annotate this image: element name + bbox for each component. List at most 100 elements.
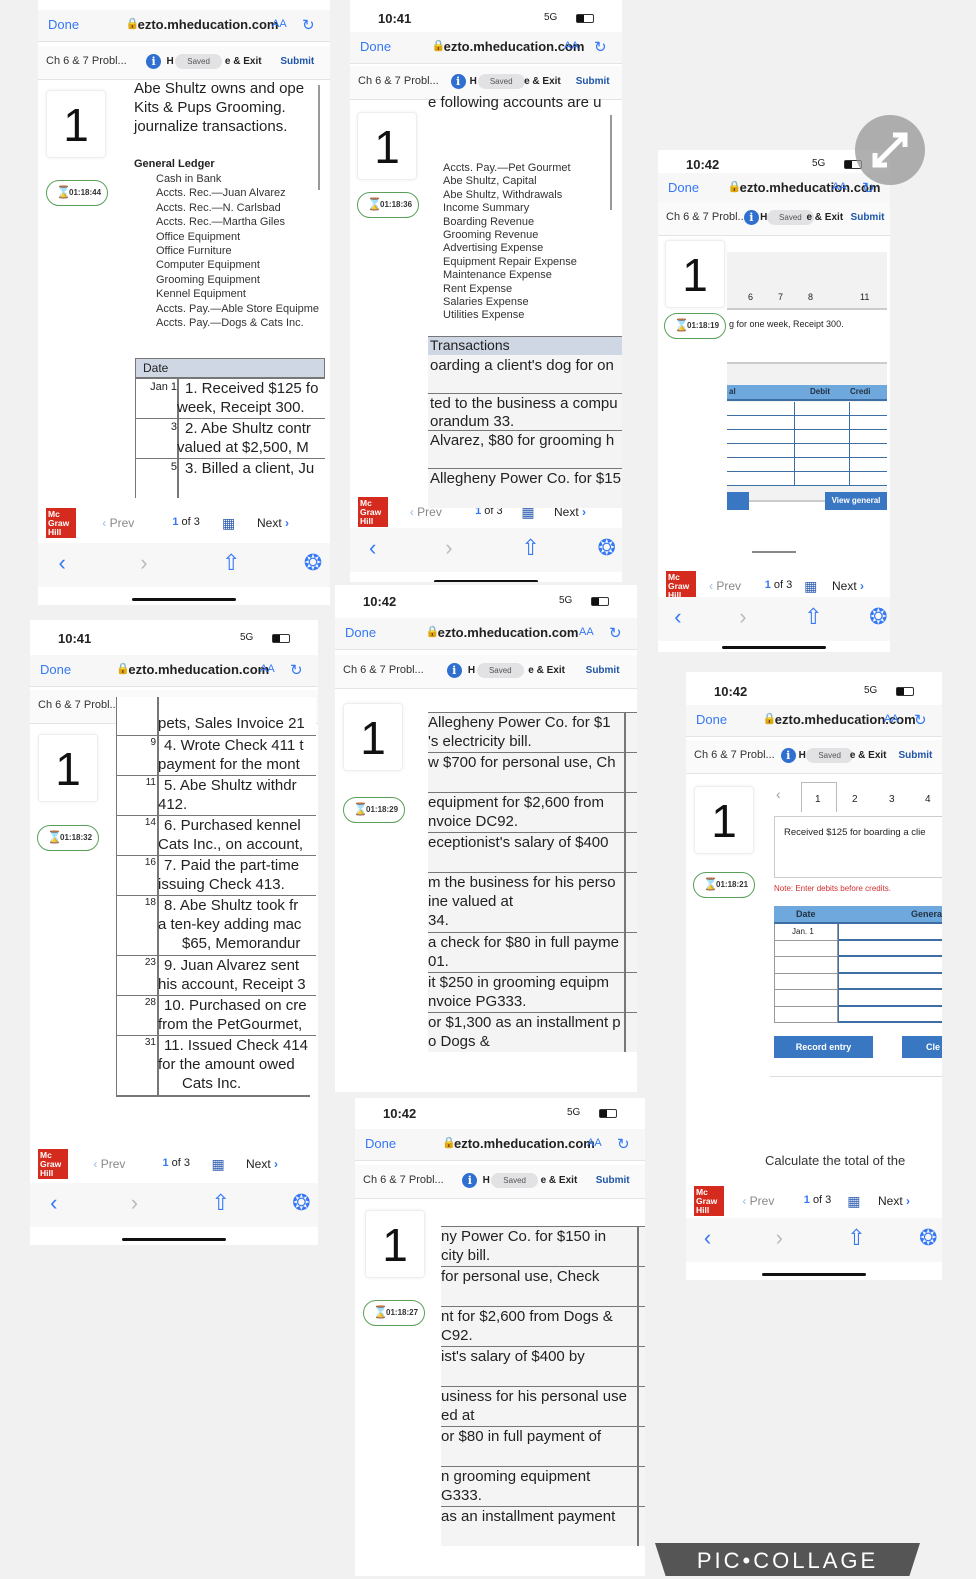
url-field[interactable]: ezto.mheducation.com — [128, 662, 269, 677]
save-exit-button[interactable]: e & Exit — [528, 665, 565, 676]
compass-icon[interactable]: ❂ — [919, 1227, 937, 1249]
credit-input[interactable] — [849, 458, 889, 472]
journal-row[interactable] — [774, 1006, 838, 1023]
submit-button[interactable]: Submit — [576, 76, 610, 87]
transaction-tab[interactable]: 2 — [852, 794, 858, 805]
tabs-prev-arrow[interactable]: ‹ — [776, 786, 781, 802]
text-size-button[interactable]: AA — [272, 18, 287, 30]
done-button[interactable]: Done — [345, 625, 376, 640]
help-button-partial[interactable]: H — [166, 56, 173, 67]
credit-input[interactable] — [849, 402, 889, 416]
forward-icon[interactable]: › — [445, 537, 452, 559]
submit-button[interactable]: Submit — [851, 212, 885, 223]
done-button[interactable]: Done — [696, 712, 727, 727]
share-icon[interactable]: ⇧ — [521, 537, 539, 559]
account-input[interactable] — [838, 1006, 942, 1023]
text-size-button[interactable]: AA — [832, 181, 847, 193]
prev-button[interactable]: ‹ Prev — [93, 1157, 125, 1171]
debit-input[interactable] — [794, 472, 849, 486]
grid-icon[interactable]: ▦ — [847, 1193, 860, 1210]
journal-row[interactable] — [774, 990, 838, 1007]
account-input[interactable] — [838, 957, 942, 974]
journal-row[interactable] — [774, 973, 838, 990]
submit-button[interactable]: Submit — [898, 750, 932, 761]
compass-icon[interactable]: ❂ — [598, 537, 616, 559]
clear-entry-button[interactable]: Cle — [902, 1036, 942, 1058]
back-icon[interactable]: ‹ — [674, 606, 681, 628]
reload-icon[interactable]: ↻ — [914, 711, 927, 729]
scrollbar[interactable] — [318, 85, 320, 190]
save-exit-button[interactable]: e & Exit — [806, 212, 843, 223]
transaction-tab[interactable]: 11 — [860, 292, 869, 302]
url-field[interactable]: ezto.mheducation.com — [438, 625, 579, 640]
info-icon[interactable]: i — [450, 74, 466, 89]
debit-input[interactable] — [794, 402, 849, 416]
forward-icon[interactable]: › — [739, 606, 746, 628]
compass-icon[interactable]: ❂ — [869, 606, 887, 628]
share-icon[interactable]: ⇧ — [847, 1227, 865, 1249]
debit-input[interactable] — [794, 430, 849, 444]
reload-icon[interactable]: ↻ — [594, 38, 607, 56]
save-exit-button[interactable]: e & Exit — [541, 1175, 578, 1186]
back-icon[interactable]: ‹ — [50, 1192, 57, 1214]
info-icon[interactable]: i — [146, 54, 162, 69]
transaction-tab[interactable]: 1 — [815, 794, 821, 805]
prev-button[interactable]: ‹ Prev — [709, 579, 741, 593]
text-size-button[interactable]: AA — [884, 713, 899, 725]
transaction-tab[interactable]: 6 — [748, 292, 753, 302]
save-exit-button[interactable]: e & Exit — [524, 76, 561, 87]
account-input[interactable] — [838, 990, 942, 1007]
done-button[interactable]: Done — [365, 1136, 396, 1151]
info-icon[interactable]: i — [446, 663, 462, 678]
back-icon[interactable]: ‹ — [58, 552, 65, 574]
back-icon[interactable]: ‹ — [369, 537, 376, 559]
text-size-button[interactable]: AA — [587, 1137, 602, 1149]
url-field[interactable]: ezto.mheducation.com — [138, 17, 279, 32]
text-size-button[interactable]: AA — [564, 40, 579, 52]
account-input[interactable] — [838, 973, 942, 990]
transaction-tab[interactable]: 3 — [889, 794, 895, 805]
next-button[interactable]: Next › — [257, 516, 289, 530]
back-icon[interactable]: ‹ — [704, 1227, 711, 1249]
journal-row[interactable] — [774, 957, 838, 974]
grid-icon[interactable]: ▦ — [211, 1156, 224, 1173]
account-input[interactable] — [838, 924, 942, 941]
text-size-button[interactable]: AA — [579, 626, 594, 638]
share-icon[interactable]: ⇧ — [211, 1192, 229, 1214]
done-button[interactable]: Done — [40, 662, 71, 677]
info-icon[interactable]: i — [743, 210, 759, 225]
submit-button[interactable]: Submit — [596, 1175, 630, 1186]
transaction-tab[interactable]: 7 — [778, 292, 783, 302]
view-general-journal-button[interactable]: View general — [825, 492, 887, 510]
grid-icon[interactable]: ▦ — [804, 578, 817, 595]
credit-input[interactable] — [849, 430, 889, 444]
share-icon[interactable]: ⇧ — [804, 606, 822, 628]
compass-icon[interactable]: ❂ — [292, 1192, 310, 1214]
help-button-partial[interactable]: H — [799, 750, 806, 761]
question-number[interactable]: 1 — [665, 240, 725, 308]
debit-input[interactable] — [794, 416, 849, 430]
grid-icon[interactable]: ▦ — [222, 515, 235, 532]
prev-button[interactable]: ‹ Prev — [102, 516, 134, 530]
done-button[interactable]: Done — [48, 17, 79, 32]
compass-icon[interactable]: ❂ — [304, 552, 322, 574]
done-button[interactable]: Done — [360, 39, 391, 54]
question-number[interactable]: 1 — [694, 786, 754, 854]
help-button-partial[interactable]: H — [470, 76, 477, 87]
question-number[interactable]: 1 — [357, 112, 417, 180]
reload-icon[interactable]: ↻ — [290, 661, 303, 679]
next-button[interactable]: Next › — [832, 579, 864, 593]
text-size-button[interactable]: AA — [260, 663, 275, 675]
record-entry-button-partial[interactable] — [727, 492, 749, 510]
reload-icon[interactable]: ↻ — [617, 1135, 630, 1153]
submit-button[interactable]: Submit — [280, 56, 314, 67]
forward-icon[interactable]: › — [140, 552, 147, 574]
transaction-tab[interactable]: 8 — [808, 292, 813, 302]
scrollbar[interactable] — [610, 115, 612, 210]
reload-icon[interactable]: ↻ — [302, 16, 315, 34]
save-exit-button[interactable]: e & Exit — [225, 56, 262, 67]
question-number[interactable]: 1 — [365, 1210, 425, 1278]
credit-input[interactable] — [849, 472, 889, 486]
journal-row[interactable] — [774, 940, 838, 957]
debit-input[interactable] — [794, 444, 849, 458]
